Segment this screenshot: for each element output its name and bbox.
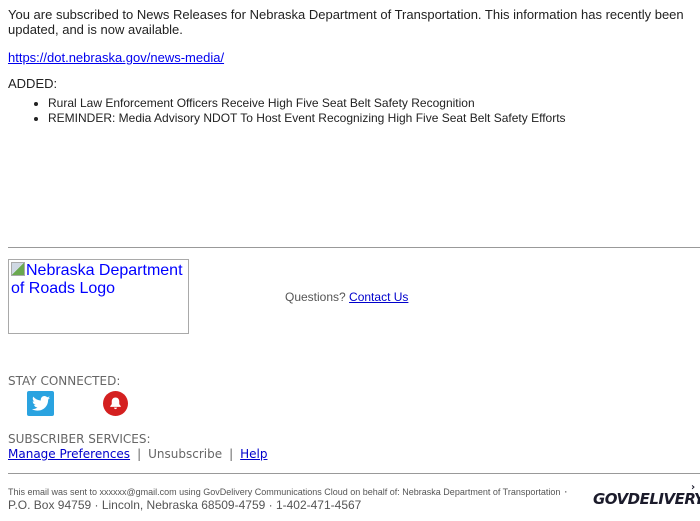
twitter-bird-icon bbox=[31, 396, 50, 411]
divider bbox=[8, 247, 700, 248]
unsubscribe-link[interactable]: Unsubscribe bbox=[148, 447, 222, 461]
stay-connected-label: STAY CONNECTED: bbox=[8, 374, 121, 388]
help-link[interactable]: Help bbox=[240, 447, 267, 461]
added-items-list: Rural Law Enforcement Officers Receive H… bbox=[8, 96, 566, 126]
logo-alt-text: Nebraska Department of Roads Logo bbox=[11, 262, 183, 297]
separator: | bbox=[137, 447, 142, 461]
footer-text: This email was sent to xxxxxx@gmail.com … bbox=[8, 485, 578, 513]
manage-preferences-link[interactable]: Manage Preferences bbox=[8, 447, 130, 461]
subscriber-services-links: Manage Preferences | Unsubscribe | Help bbox=[8, 447, 268, 461]
divider bbox=[8, 473, 700, 474]
footer-sent-to: This email was sent to xxxxxx@gmail.com … bbox=[8, 487, 561, 497]
questions-section: Questions? Contact Us bbox=[285, 290, 408, 304]
intro-text: You are subscribed to News Releases for … bbox=[8, 7, 684, 37]
govdelivery-arrow-icon: › bbox=[691, 482, 696, 493]
logo-image-placeholder[interactable]: Nebraska Department of Roads Logo bbox=[8, 259, 189, 334]
twitter-icon[interactable] bbox=[27, 391, 54, 416]
list-item: REMINDER: Media Advisory NDOT To Host Ev… bbox=[48, 111, 566, 126]
contact-us-link[interactable]: Contact Us bbox=[349, 290, 408, 304]
govdelivery-logo[interactable]: GOVDELIVERY bbox=[593, 490, 700, 508]
added-label: ADDED: bbox=[8, 76, 58, 91]
separator: | bbox=[229, 447, 234, 461]
bell-glyph-icon bbox=[110, 397, 121, 410]
bell-icon[interactable] bbox=[103, 391, 128, 416]
broken-image-icon bbox=[11, 262, 25, 276]
news-media-link[interactable]: https://dot.nebraska.gov/news-media/ bbox=[8, 50, 224, 65]
questions-label: Questions? bbox=[285, 290, 346, 304]
list-item: Rural Law Enforcement Officers Receive H… bbox=[48, 96, 566, 111]
logo-alt-text-container: Nebraska Department of Roads Logo bbox=[11, 262, 187, 298]
subscriber-services-label: SUBSCRIBER SERVICES: bbox=[8, 432, 151, 446]
